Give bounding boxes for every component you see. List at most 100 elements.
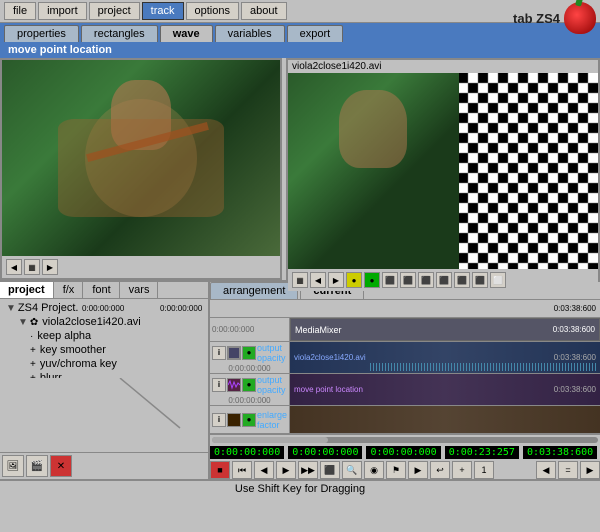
right-panel: arrangement current 0:00:00:000 0:00:00:…	[210, 282, 600, 479]
row3-i-btn[interactable]: i	[212, 378, 226, 392]
left-prev-btn[interactable]: ◀	[6, 259, 22, 275]
transport-to-start[interactable]: ⏮	[232, 461, 252, 479]
tab-rectangles[interactable]: rectangles	[81, 25, 158, 42]
transport-play2[interactable]: ▶	[408, 461, 428, 479]
main-content: ◀ ▦ ▶ viola2close1i420.avi ▦ ◀ ▶ ● ● ⬛ ⬛…	[0, 58, 600, 280]
tab-properties[interactable]: properties	[4, 25, 79, 42]
tree-item[interactable]: ▼✿viola2close1i420.avi	[4, 315, 204, 329]
right-green-btn[interactable]: ●	[364, 272, 380, 288]
left-tab-project[interactable]: project	[0, 282, 54, 298]
tab-export[interactable]: export	[287, 25, 344, 42]
transport-flag[interactable]: ⚑	[386, 461, 406, 479]
row2-i-btn[interactable]: i	[212, 346, 226, 360]
tab-bar: properties rectangles wave variables exp…	[0, 23, 600, 42]
timeline-tab-arrangement[interactable]: arrangement	[210, 282, 298, 299]
menu-import[interactable]: import	[38, 2, 87, 20]
transport-stop[interactable]: ■	[210, 461, 230, 479]
right-grid-btn[interactable]: ▦	[292, 272, 308, 288]
scroll-thumb[interactable]	[212, 437, 328, 443]
left-tab-font[interactable]: font	[84, 282, 119, 298]
right-yellow-btn[interactable]: ●	[346, 272, 362, 288]
right-ctrl1[interactable]: ⬛	[382, 272, 398, 288]
transport-nav-eq[interactable]: =	[558, 461, 578, 479]
row2-thumb[interactable]	[227, 346, 241, 360]
active-label-text: move point location	[8, 44, 112, 56]
time-row: 0:00:00:000 0:00:00:000 0:00:00:000 0:00…	[210, 446, 600, 459]
timeline-scrollbar[interactable]	[210, 434, 600, 444]
row3-thumb[interactable]	[227, 378, 241, 392]
transport-nav-next[interactable]: ▶	[580, 461, 600, 479]
right-video-title: viola2close1i420.avi	[288, 60, 598, 73]
row4-thumb-img	[228, 414, 240, 426]
bl-icon-2[interactable]: 🎬	[26, 455, 48, 477]
transport-counter[interactable]: 1	[474, 461, 494, 479]
right-ctrl5[interactable]: ⬛	[454, 272, 470, 288]
row4-i-btn[interactable]: i	[212, 413, 226, 427]
menu-options[interactable]: options	[186, 2, 239, 20]
right-play-btn[interactable]: ▶	[328, 272, 344, 288]
right-prev-btn[interactable]: ◀	[310, 272, 326, 288]
row2-waveform	[370, 363, 596, 371]
menu-track[interactable]: track	[142, 2, 184, 20]
transport-add[interactable]: +	[452, 461, 472, 479]
right-ctrl3[interactable]: ⬛	[418, 272, 434, 288]
time-val-4: 0:00:23:257	[445, 446, 519, 459]
row3-track[interactable]: move point location 0:03:38:600	[290, 374, 600, 405]
transport-return[interactable]: ↩	[430, 461, 450, 479]
row4-thumb[interactable]	[227, 413, 241, 427]
timeline-row-1: 0:00:00:000 MediaMixer 0:03:38:600	[210, 318, 600, 342]
transport-prev[interactable]: ◀	[254, 461, 274, 479]
left-tab-fx[interactable]: f/x	[55, 282, 84, 298]
tree-label: viola2close1i420.avi	[42, 316, 140, 328]
bl-icon-3[interactable]: ✕	[50, 455, 72, 477]
row4-info: i ● enlarge factor	[210, 406, 290, 433]
bl-icon-1[interactable]: 🖼	[2, 455, 24, 477]
header-time-right: 0:03:38:600	[554, 304, 596, 313]
transport-record[interactable]: ◉	[364, 461, 384, 479]
bottom-section: project f/x font vars ▼ZS4 Project.▼✿vio…	[0, 280, 600, 479]
figure-body	[58, 119, 225, 217]
row2-info: i ● output opacity 0:00:00:000	[210, 342, 290, 373]
left-tab-vars[interactable]: vars	[121, 282, 159, 298]
right-video-controls: ▦ ◀ ▶ ● ● ⬛ ⬛ ⬛ ⬛ ⬛ ⬛ ⬜	[288, 269, 598, 291]
row4-label[interactable]: enlarge factor	[257, 410, 287, 430]
row2-track-block: viola2close1i420.avi 0:03:38:600	[290, 342, 600, 373]
transport-next[interactable]: ▶▶	[298, 461, 318, 479]
left-grid-btn[interactable]: ▦	[24, 259, 40, 275]
tab-variables[interactable]: variables	[215, 25, 285, 42]
row2-track[interactable]: viola2close1i420.avi 0:03:38:600	[290, 342, 600, 373]
tree-label: yuv/chroma key	[40, 358, 117, 370]
left-next-btn[interactable]: ▶	[42, 259, 58, 275]
app-logo	[564, 2, 596, 34]
timeline-header: 0:00:00:000 0:00:00:000 0:03:38:600	[210, 300, 600, 318]
right-ctrl7[interactable]: ⬜	[490, 272, 506, 288]
transport-play[interactable]: ▶	[276, 461, 296, 479]
tree-prefix-icon: +	[30, 345, 36, 356]
menu-file[interactable]: file	[4, 2, 36, 20]
row4-green-btn[interactable]: ●	[242, 413, 256, 427]
row2-green-btn[interactable]: ●	[242, 346, 256, 360]
tab-wave[interactable]: wave	[160, 25, 213, 42]
row2-label[interactable]: output opacity	[257, 343, 287, 363]
row4-track[interactable]	[290, 406, 600, 433]
menu-project[interactable]: project	[89, 2, 140, 20]
transport-nav-prev[interactable]: ◀	[536, 461, 556, 479]
right-ctrl6[interactable]: ⬛	[472, 272, 488, 288]
transport-zoom[interactable]: 🔍	[342, 461, 362, 479]
right-ctrl4[interactable]: ⬛	[436, 272, 452, 288]
transport-mark[interactable]: ⬛	[320, 461, 340, 479]
tree-item[interactable]: +yuv/chroma key	[4, 357, 204, 371]
diag-svg	[0, 378, 208, 453]
mediamixer-label: MediaMixer	[295, 325, 342, 335]
tree-item[interactable]: + key smoother	[4, 343, 204, 357]
menu-bar: file import project track options about …	[0, 0, 600, 23]
row3-label[interactable]: output opacity	[257, 375, 287, 395]
row1-track[interactable]: MediaMixer 0:03:38:600	[290, 318, 600, 341]
tree-item[interactable]: ·keep alpha	[4, 329, 204, 343]
row3-track-block: move point location 0:03:38:600	[290, 374, 600, 405]
tree-label: key smoother	[40, 344, 106, 356]
right-ctrl2[interactable]: ⬛	[400, 272, 416, 288]
scroll-track[interactable]	[212, 437, 598, 443]
menu-about[interactable]: about	[241, 2, 287, 20]
row3-green-btn[interactable]: ●	[242, 378, 256, 392]
